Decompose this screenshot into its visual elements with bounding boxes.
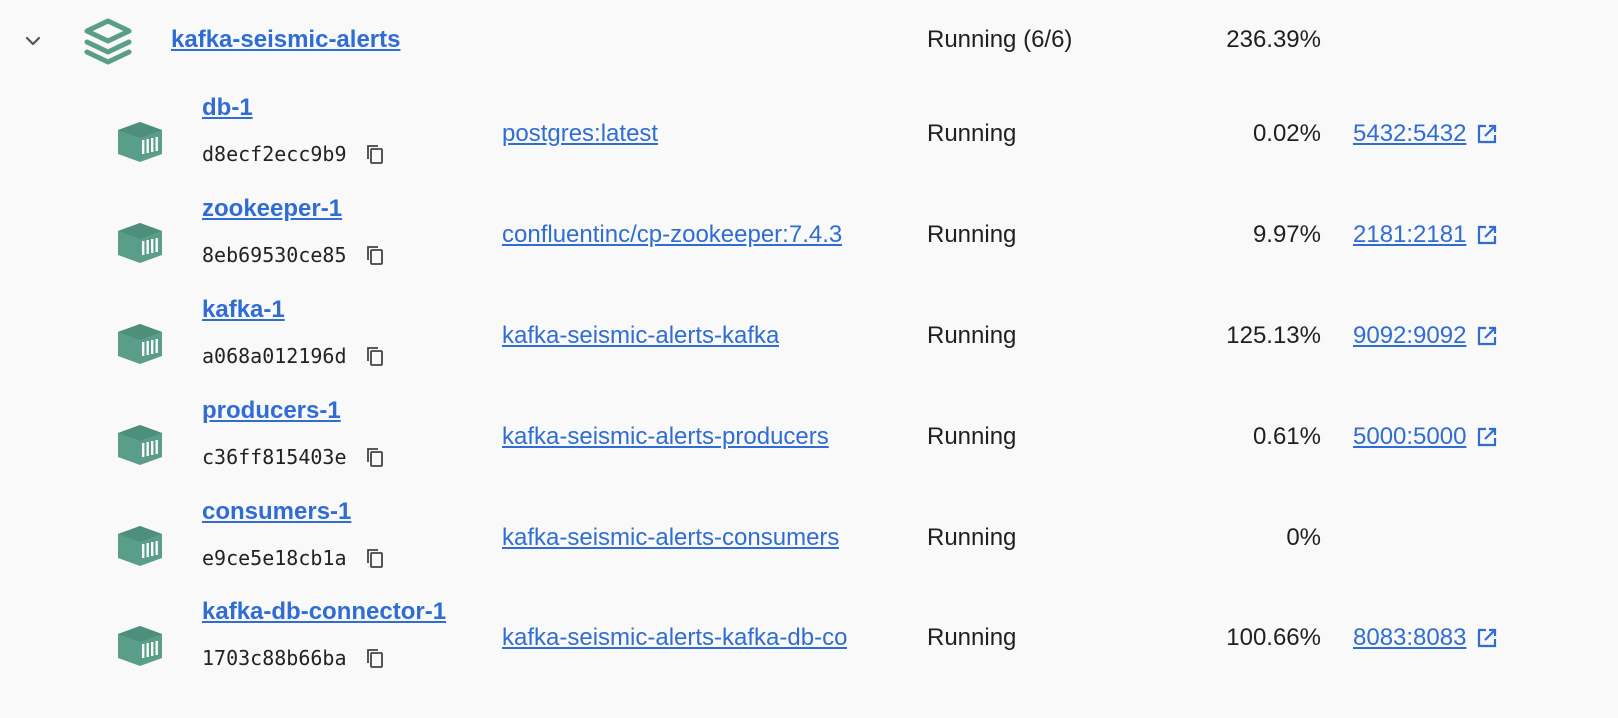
container-row[interactable]: consumers-1 e9ce5e18cb1a kafka-seismic-a… [0,496,1568,597]
compose-group-name[interactable]: kafka-seismic-alerts [171,26,400,54]
container-image-link[interactable]: kafka-seismic-alerts-producers [502,423,829,451]
external-link-icon[interactable] [1476,426,1498,448]
container-id-text: e9ce5e18cb1a [202,546,347,570]
container-status: Running [927,120,1017,147]
container-name[interactable]: kafka-db-connector-1 [202,598,446,626]
external-link-icon[interactable] [1476,325,1498,347]
container-image-link[interactable]: kafka-seismic-alerts-consumers [502,524,839,552]
container-image-link[interactable]: confluentinc/cp-zookeeper:7.4.3 [502,221,842,249]
container-cpu: 125.13% [1226,322,1321,349]
port-text[interactable]: 5432:5432 [1353,120,1466,148]
container-id: 8eb69530ce85 [202,243,385,267]
port-text[interactable]: 9092:9092 [1353,322,1466,350]
copy-icon[interactable] [365,244,385,266]
copy-icon[interactable] [365,143,385,165]
container-cpu: 0.02% [1252,120,1321,147]
container-name[interactable]: zookeeper-1 [202,195,342,223]
group-status: Running (6/6) [927,26,1073,53]
group-cpu: 236.39% [1226,26,1321,53]
container-image-link[interactable]: kafka-seismic-alerts-kafka-db-co [502,624,847,652]
external-link-icon[interactable] [1476,627,1498,649]
container-icon [115,423,165,467]
compose-stack: kafka-seismic-alerts Running (6/6) 236.3… [0,0,1568,696]
container-id-text: a068a012196d [202,344,347,368]
container-icon [115,524,165,568]
container-id: a068a012196d [202,344,385,368]
container-port-link[interactable]: 9092:9092 [1353,322,1498,350]
container-id-text: 8eb69530ce85 [202,243,347,267]
container-icon [115,624,165,668]
port-text[interactable]: 2181:2181 [1353,221,1466,249]
container-port-link[interactable]: 5000:5000 [1353,423,1498,451]
chevron-down-icon[interactable] [22,30,44,52]
port-text[interactable]: 5000:5000 [1353,423,1466,451]
container-cpu: 100.66% [1226,624,1321,651]
container-port-link[interactable]: 8083:8083 [1353,624,1498,652]
container-row[interactable]: kafka-db-connector-1 1703c88b66ba kafka-… [0,596,1568,697]
container-cpu: 9.97% [1252,221,1321,248]
layers-icon [82,18,134,66]
container-image-link[interactable]: postgres:latest [502,120,658,148]
container-port-link[interactable]: 2181:2181 [1353,221,1498,249]
container-id: e9ce5e18cb1a [202,546,385,570]
container-row[interactable]: zookeeper-1 8eb69530ce85 confluentinc/cp… [0,193,1568,294]
copy-icon[interactable] [365,547,385,569]
container-status: Running [927,624,1017,651]
copy-icon[interactable] [365,446,385,468]
container-id: 1703c88b66ba [202,646,385,670]
container-name[interactable]: db-1 [202,94,253,122]
container-icon [115,322,165,366]
container-cpu: 0% [1286,524,1321,551]
container-name[interactable]: consumers-1 [202,498,351,526]
container-id-text: 1703c88b66ba [202,646,347,670]
container-id-text: d8ecf2ecc9b9 [202,142,347,166]
container-row[interactable]: db-1 d8ecf2ecc9b9 postgres:latest Runnin… [0,92,1568,193]
container-row[interactable]: kafka-1 a068a012196d kafka-seismic-alert… [0,294,1568,395]
copy-icon[interactable] [365,647,385,669]
container-id-text: c36ff815403e [202,445,347,469]
copy-icon[interactable] [365,345,385,367]
container-name[interactable]: producers-1 [202,397,341,425]
container-image-link[interactable]: kafka-seismic-alerts-kafka [502,322,779,350]
container-name[interactable]: kafka-1 [202,296,285,324]
container-port-link[interactable]: 5432:5432 [1353,120,1498,148]
container-row[interactable]: producers-1 c36ff815403e kafka-seismic-a… [0,395,1568,496]
container-id: c36ff815403e [202,445,385,469]
container-status: Running [927,221,1017,248]
container-status: Running [927,322,1017,349]
container-icon [115,120,165,164]
container-cpu: 0.61% [1252,423,1321,450]
container-icon [115,221,165,265]
container-status: Running [927,524,1017,551]
container-status: Running [927,423,1017,450]
port-text[interactable]: 8083:8083 [1353,624,1466,652]
external-link-icon[interactable] [1476,224,1498,246]
compose-group-row[interactable]: kafka-seismic-alerts Running (6/6) 236.3… [0,0,1568,86]
container-id: d8ecf2ecc9b9 [202,142,385,166]
external-link-icon[interactable] [1476,123,1498,145]
